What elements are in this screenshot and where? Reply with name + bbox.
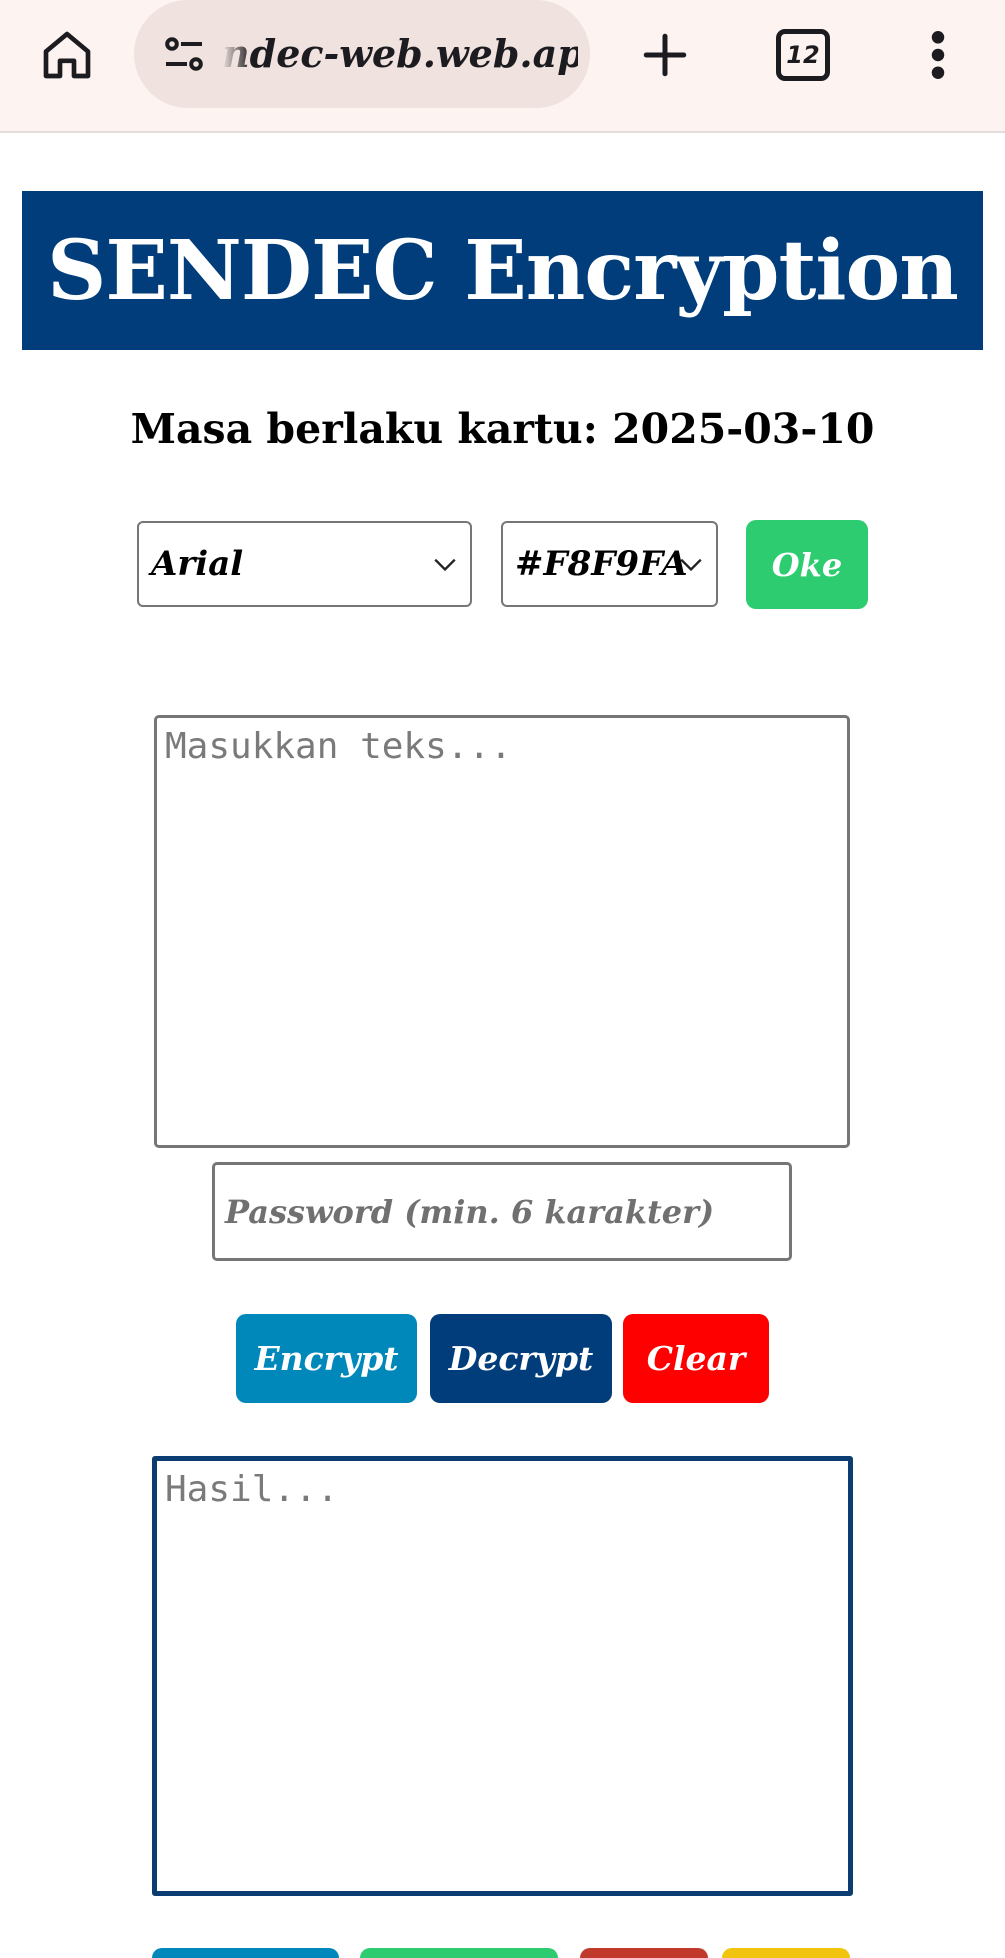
url-text[interactable]: ndec-web.web.app [222,26,578,82]
tune-icon[interactable] [154,22,214,86]
address-bar[interactable]: ndec-web.web.app [134,0,590,108]
partial-button[interactable] [580,1948,708,1958]
result-output-area[interactable]: Hasil... [152,1456,853,1896]
text-input-area[interactable]: Masukkan teks... [154,715,850,1148]
more-vertical-icon[interactable] [903,20,973,90]
partial-button[interactable] [360,1948,558,1958]
font-select-value: Arial [151,544,244,584]
home-icon[interactable] [32,20,102,90]
password-field[interactable]: Password (min. 6 karakter) [212,1162,792,1261]
page-title: SENDEC Encryption [47,222,959,319]
tab-switcher-button[interactable]: 12 [768,20,838,90]
plus-icon[interactable] [630,20,700,90]
partial-button[interactable] [722,1948,850,1958]
chevron-down-icon [434,558,456,572]
browser-toolbar: ndec-web.web.app 12 [0,0,1005,133]
color-select[interactable]: #F8F9FA [501,521,718,607]
partial-button[interactable] [152,1948,339,1958]
encrypt-button[interactable]: Encrypt [236,1314,417,1403]
tab-count: 12 [776,29,830,81]
font-select[interactable]: Arial [137,521,472,607]
oke-button[interactable]: Oke [746,520,868,609]
result-placeholder: Hasil... [165,1469,339,1510]
card-validity-text: Masa berlaku kartu: 2025-03-10 [130,405,875,453]
decrypt-button[interactable]: Decrypt [430,1314,612,1403]
color-select-value: #F8F9FA [515,544,688,584]
title-banner: SENDEC Encryption [22,191,983,350]
chevron-down-icon [680,558,702,572]
clear-button[interactable]: Clear [623,1314,769,1403]
